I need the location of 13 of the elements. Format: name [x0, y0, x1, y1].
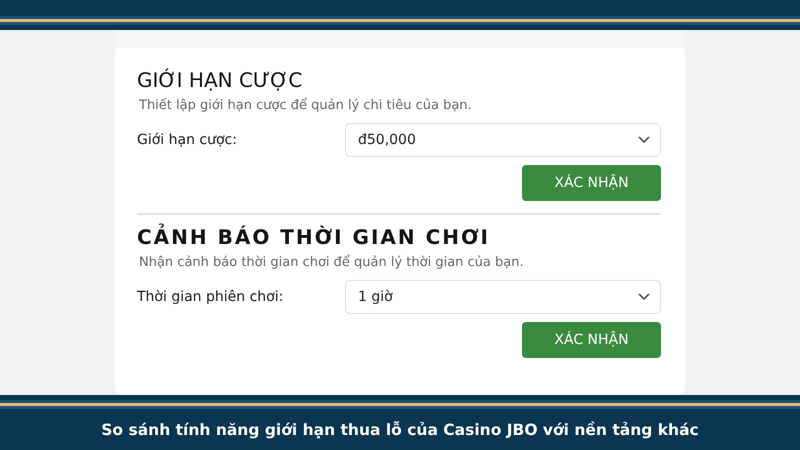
section-description: Nhận cảnh báo thời gian chơi để quản lý thời gian của bạn.	[139, 255, 525, 270]
field-label: Giới hạn cược:	[137, 132, 238, 148]
chevron-down-icon	[638, 293, 650, 301]
confirm-button[interactable]: XÁC NHẬN	[522, 322, 661, 358]
field-label: Thời gian phiên chơi:	[137, 289, 284, 305]
confirm-button[interactable]: XÁC NHẬN	[522, 165, 661, 201]
dropdown-field[interactable]: đ50,000	[345, 123, 661, 157]
chevron-down-icon	[638, 136, 650, 144]
section-title: GIỚI HẠN CƯỢC	[137, 68, 304, 92]
dropdown-field[interactable]: 1 giờ	[345, 280, 661, 314]
caption: So sánh tính năng giới hạn thua lỗ của Casino JBO với nền tảng khác	[0, 409, 800, 450]
section-title: CẢNH BÁO THỜI GIAN CHƠI	[137, 225, 491, 249]
section-description: Thiết lập giới hạn cược để quản lý chi tiêu của bạn.	[139, 98, 473, 113]
